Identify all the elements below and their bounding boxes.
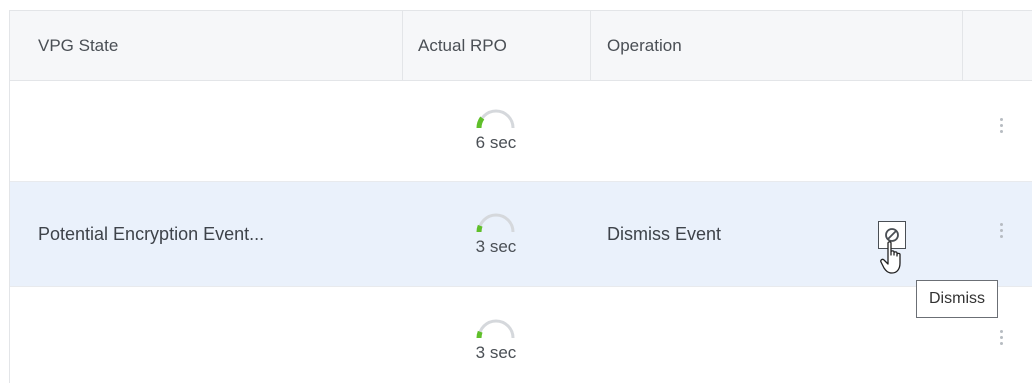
kebab-menu-icon[interactable] <box>994 220 1008 250</box>
table-header: VPG State Actual RPO Operation <box>10 11 1032 81</box>
gauge-fill <box>476 116 485 129</box>
column-divider[interactable] <box>402 11 403 80</box>
vpg-state-cell[interactable]: Potential Encryption Event... <box>38 224 264 245</box>
rpo-label: 3 sec <box>475 237 517 256</box>
dismiss-tooltip: Dismiss <box>916 280 998 318</box>
rpo-label: 6 sec <box>475 133 517 152</box>
ban-icon <box>885 228 899 242</box>
kebab-menu-icon[interactable] <box>994 115 1008 145</box>
column-header-actual-rpo[interactable]: Actual RPO <box>418 11 578 80</box>
rpo-gauge-icon <box>476 109 515 129</box>
table-row[interactable]: 6 sec <box>10 81 1032 182</box>
gauge-track <box>477 319 515 339</box>
rpo-label: 3 sec <box>475 343 517 362</box>
gauge-track <box>477 213 515 233</box>
rpo-gauge-icon <box>476 319 515 339</box>
gauge-fill <box>476 224 483 233</box>
kebab-menu-icon[interactable] <box>994 327 1008 357</box>
actual-rpo-cell: 6 sec <box>451 105 541 153</box>
actual-rpo-cell: 3 sec <box>451 209 541 257</box>
dismiss-button[interactable] <box>878 221 906 249</box>
column-divider[interactable] <box>590 11 591 80</box>
operation-cell: Dismiss Event <box>607 224 722 244</box>
actual-rpo-cell: 3 sec <box>451 315 541 363</box>
column-header-vpg-state[interactable]: VPG State <box>38 11 388 80</box>
gauge-fill <box>476 330 483 339</box>
table-row[interactable]: Potential Encryption Event... 3 sec Dism… <box>10 182 1032 287</box>
table-row[interactable]: 3 sec <box>10 287 1032 384</box>
rpo-gauge-icon <box>476 213 515 233</box>
vpg-table: VPG State Actual RPO Operation 6 sec Pot… <box>9 10 1032 383</box>
column-header-operation[interactable]: Operation <box>607 11 907 80</box>
column-divider[interactable] <box>962 11 963 80</box>
